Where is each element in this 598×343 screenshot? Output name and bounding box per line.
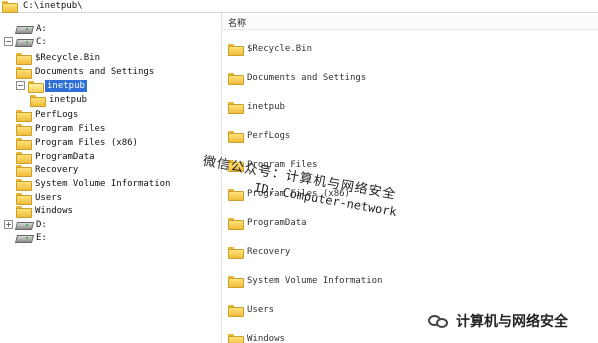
tree-item-label: Program Files (x86) <box>35 137 138 148</box>
tree-item[interactable]: inetpub <box>30 93 89 107</box>
tree-item[interactable]: Documents and Settings <box>16 65 156 79</box>
tree-item-label: inetpub <box>45 79 87 92</box>
list-item[interactable]: ProgramData <box>228 216 307 230</box>
tree-item[interactable]: Windows <box>16 204 75 218</box>
folder-icon <box>16 137 32 150</box>
drive-icon <box>16 24 31 33</box>
folder-icon <box>228 304 244 317</box>
tree-item[interactable]: Program Files <box>16 122 107 136</box>
tree-item[interactable]: + D: <box>4 218 49 231</box>
folder-icon <box>228 333 244 343</box>
list-item-label: Users <box>247 304 275 315</box>
tree-item[interactable]: E: <box>4 231 49 244</box>
tree-item-label: Program Files <box>35 123 106 134</box>
list-item-label: $Recycle.Bin <box>247 43 313 54</box>
tree-item-label: inetpub <box>49 94 87 105</box>
tree-item[interactable]: PerfLogs <box>16 108 80 122</box>
tree-item-label: A: <box>36 23 47 34</box>
folder-icon <box>228 217 244 230</box>
list-item[interactable]: $Recycle.Bin <box>228 42 313 56</box>
collapse-icon[interactable]: − <box>4 37 13 46</box>
folder-icon <box>16 109 32 122</box>
list-item-label: Documents and Settings <box>247 72 367 83</box>
brand-watermark: 计算机与网络安全 <box>428 311 568 331</box>
folder-icon <box>2 1 18 13</box>
list-item[interactable]: System Volume Information <box>228 274 383 288</box>
drive-icon <box>16 220 31 229</box>
expand-icon[interactable]: + <box>4 220 13 229</box>
tree-item[interactable]: Users <box>16 191 64 205</box>
path-text: C:\inetpub\ <box>23 1 83 11</box>
tree-item-label: $Recycle.Bin <box>35 52 101 63</box>
folder-icon <box>16 164 32 177</box>
tree-item[interactable]: $Recycle.Bin <box>16 51 102 65</box>
tree-item-label: Users <box>35 192 63 203</box>
tree-item-label: Recovery <box>35 164 79 175</box>
tree-item-label: Windows <box>35 205 73 216</box>
folder-icon <box>16 151 32 164</box>
list-item[interactable]: Windows <box>228 332 285 343</box>
folder-icon <box>16 66 32 79</box>
list-header[interactable]: 名称 <box>222 13 598 30</box>
tree-item[interactable]: − inetpub <box>16 79 87 93</box>
list-item-label: PerfLogs <box>247 130 291 141</box>
list-item-label: inetpub <box>247 101 285 112</box>
tree-item-label: E: <box>36 232 47 243</box>
tree-item-label: PerfLogs <box>35 109 79 120</box>
folder-icon <box>228 246 244 259</box>
list-item-label: ProgramData <box>247 217 307 228</box>
folder-icon <box>228 72 244 85</box>
tree-item[interactable]: System Volume Information <box>16 177 172 191</box>
list-item[interactable]: Documents and Settings <box>228 71 367 85</box>
list-item[interactable]: PerfLogs <box>228 129 291 143</box>
tree-item[interactable]: − C: <box>4 35 49 48</box>
tree-item-label: D: <box>36 219 47 230</box>
folder-icon <box>16 205 32 218</box>
list-item-label: System Volume Information <box>247 275 383 286</box>
folder-open-icon <box>28 80 44 93</box>
folder-icon <box>228 101 244 114</box>
folder-icon <box>16 192 32 205</box>
drive-icon <box>16 37 31 46</box>
list-item-label: Recovery <box>247 246 291 257</box>
folder-tree[interactable]: A: − C: $Recycle.Bin Documents and Settings −… <box>0 13 222 343</box>
tree-item[interactable]: Recovery <box>16 163 80 177</box>
tree-item[interactable]: A: <box>4 22 49 35</box>
drive-icon <box>16 233 31 242</box>
folder-icon <box>228 130 244 143</box>
tree-item-label: Documents and Settings <box>35 66 155 77</box>
list-item[interactable]: Users <box>228 303 275 317</box>
folder-icon <box>30 94 46 107</box>
list-item-label: Windows <box>247 333 285 343</box>
tree-item-label: System Volume Information <box>35 178 171 189</box>
folder-icon <box>16 52 32 65</box>
folder-icon <box>16 178 32 191</box>
folder-icon <box>228 275 244 288</box>
tree-item-label: C: <box>36 36 47 47</box>
list-item[interactable]: inetpub <box>228 100 285 114</box>
column-header-name[interactable]: 名称 <box>228 16 246 29</box>
path-bar: C:\inetpub\ <box>0 0 598 13</box>
folder-icon <box>228 43 244 56</box>
brand-text: 计算机与网络安全 <box>456 314 568 330</box>
tree-item[interactable]: ProgramData <box>16 150 97 164</box>
tree-item[interactable]: Program Files (x86) <box>16 136 140 150</box>
tree-item-label: ProgramData <box>35 151 95 162</box>
wechat-icon <box>428 313 450 329</box>
collapse-icon[interactable]: − <box>16 81 25 90</box>
folder-icon <box>16 123 32 136</box>
list-item[interactable]: Recovery <box>228 245 291 259</box>
